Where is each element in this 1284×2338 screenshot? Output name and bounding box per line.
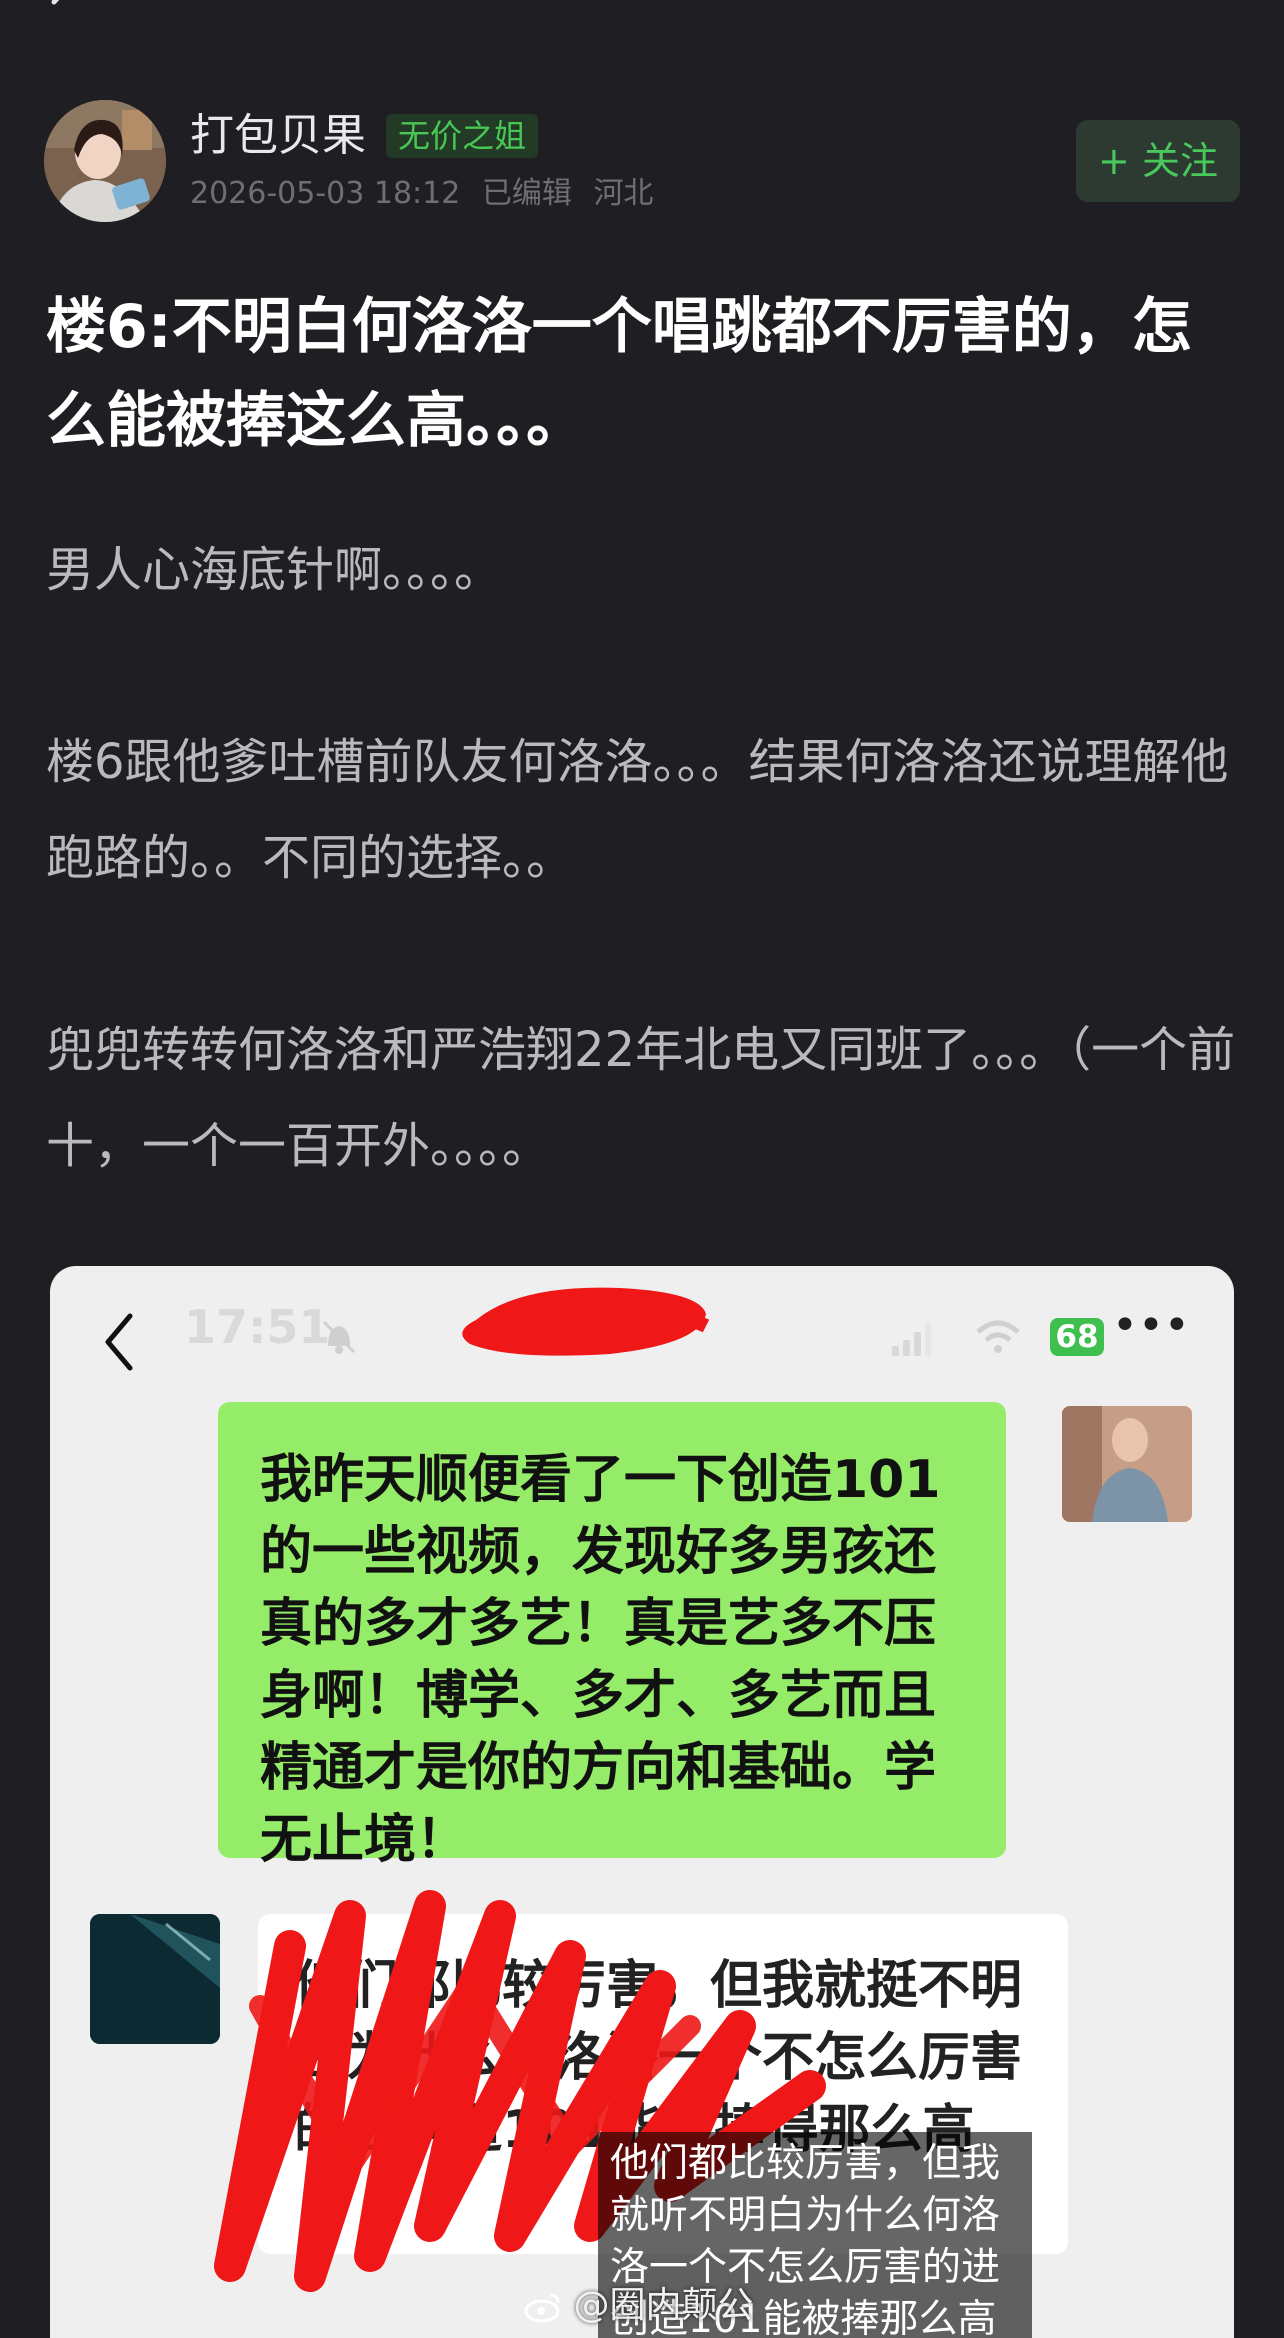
weibo-icon [524, 2293, 560, 2323]
sender-avatar[interactable] [1062, 1406, 1192, 1522]
more-options-button[interactable]: ••• [1112, 1304, 1190, 1348]
post-page: 打包贝果 无价之姐 2026-05-03 18:12 已编辑 河北 + 关注 楼… [0, 0, 1284, 2338]
edited-label: 已编辑 [481, 176, 572, 211]
post-paragraph-1: 男人心海底针啊。。。。 [46, 542, 503, 598]
author-avatar-image [44, 100, 166, 222]
receiver-avatar-image [90, 1914, 220, 2044]
weibo-watermark: @圈内颠公 [524, 2284, 753, 2328]
sender-avatar-image [1062, 1406, 1192, 1522]
post-paragraph-3: 兜兜转转何洛洛和严浩翔22年北电又同班了。。。（一个前十，一个一百开外。。。。 [46, 1022, 1236, 1174]
post-location: 河北 [593, 176, 654, 211]
watermark-text: @圈内颠公 [573, 2285, 754, 2326]
post-title: 楼6:不明白何洛洛一个唱跳都不厉害的，怎么能被捧这么高。。。 [46, 292, 1192, 456]
embedded-chat-screenshot[interactable]: 17:51 68 ••• 我昨天顺便看了一下创造101的一些视频，发现好多男孩还… [50, 1266, 1234, 2338]
author-badge: 无价之姐 [386, 114, 539, 158]
follow-button[interactable]: + 关注 [1076, 120, 1240, 202]
chat-back-icon [105, 1313, 133, 1371]
post-paragraph-2: 楼6跟他爹吐槽前队友何洛洛。。。结果何洛洛还说理解他跑路的。。不同的选择。。 [46, 734, 1229, 886]
post-date: 2026-05-03 18:12 [190, 176, 461, 211]
mute-bell-icon [322, 1320, 356, 1354]
status-time: 17:51 [184, 1300, 331, 1354]
receiver-avatar[interactable] [90, 1914, 220, 2044]
back-button[interactable] [40, 0, 84, 26]
author-name[interactable]: 打包贝果 [190, 108, 366, 164]
wifi-icon [976, 1320, 1020, 1353]
post-meta: 2026-05-03 18:12 已编辑 河北 [190, 174, 665, 214]
sent-message-bubble: 我昨天顺便看了一下创造101的一些视频，发现好多男孩还真的多才多艺！真是艺多不压… [218, 1402, 1006, 1870]
chevron-left-icon [51, 0, 60, 5]
signal-icon [892, 1324, 931, 1356]
author-avatar[interactable] [44, 100, 166, 222]
battery-level: 68 [1050, 1318, 1104, 1356]
